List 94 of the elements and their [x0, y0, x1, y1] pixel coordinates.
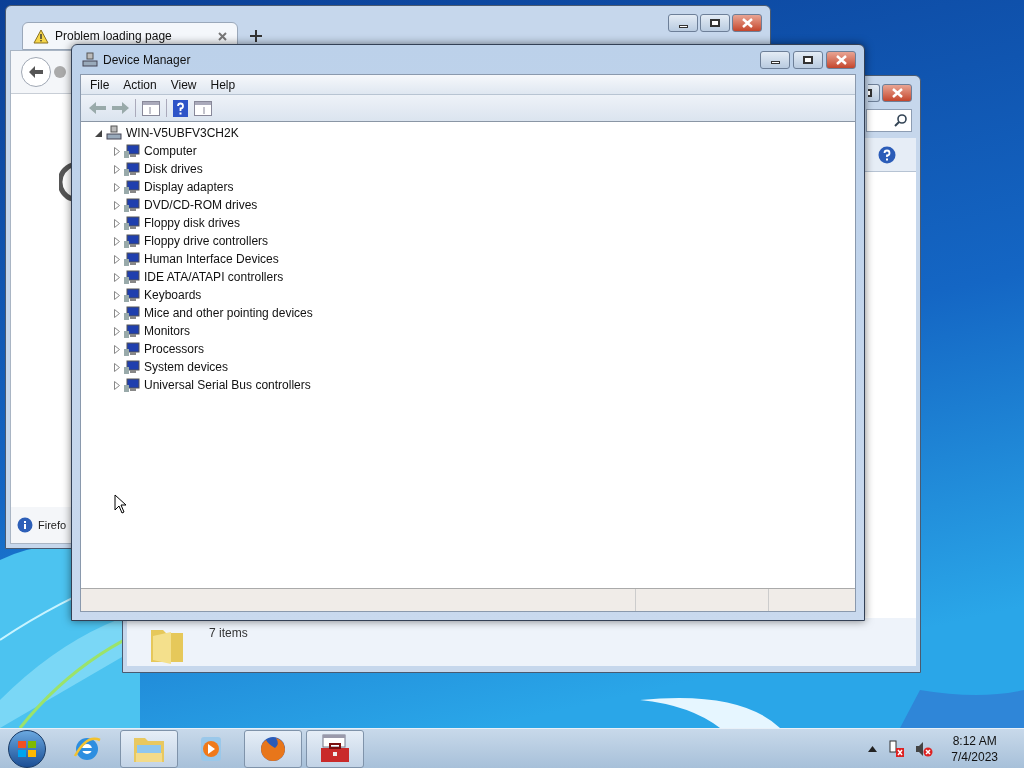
tree-item[interactable]: DVD/CD-ROM drives — [144, 196, 258, 214]
expand-arrow-icon[interactable] — [114, 272, 120, 282]
tree-item[interactable]: Computer — [144, 142, 197, 160]
clock-date: 7/4/2023 — [951, 748, 998, 765]
toolbox-icon — [319, 733, 351, 764]
tab-title: Problem loading page — [55, 28, 172, 45]
window-title: Device Manager — [103, 51, 191, 69]
tree-item[interactable]: IDE ATA/ATAPI controllers — [144, 268, 284, 286]
maximize-button[interactable] — [700, 14, 730, 32]
tree-item[interactable]: Monitors — [144, 322, 190, 340]
search-field[interactable] — [866, 109, 912, 132]
close-icon — [835, 54, 847, 65]
minimize-button[interactable] — [760, 50, 790, 69]
expand-arrow-icon[interactable] — [114, 344, 120, 354]
ring-icon — [59, 162, 73, 202]
tree-item[interactable]: Floppy drive controllers — [144, 232, 269, 250]
tree-item[interactable]: WIN-V5UBFV3CH2K — [126, 124, 239, 142]
status-text: Firefo — [38, 517, 67, 533]
tree-item[interactable]: System devices — [144, 358, 229, 376]
panel-icon[interactable] — [194, 100, 212, 116]
device-icon — [123, 377, 140, 393]
maximize-button[interactable] — [868, 84, 880, 102]
close-icon[interactable] — [218, 31, 227, 41]
expand-arrow-icon[interactable] — [114, 362, 120, 372]
tree-item[interactable]: Mice and other pointing devices — [144, 304, 313, 322]
computer-network-icon — [106, 125, 122, 141]
device-icon — [123, 143, 140, 159]
minimize-icon — [678, 24, 688, 28]
info-icon — [17, 517, 33, 533]
help-icon[interactable] — [878, 145, 896, 164]
menu-item[interactable]: Action — [116, 75, 164, 94]
warning-icon — [33, 28, 49, 44]
device-icon — [123, 215, 140, 231]
close-button[interactable] — [882, 84, 912, 102]
tree-item[interactable]: Processors — [144, 340, 205, 358]
close-button[interactable] — [732, 14, 762, 32]
back-button[interactable] — [21, 57, 51, 87]
windows-logo-icon — [17, 739, 37, 758]
tree-item[interactable]: Human Interface Devices — [144, 250, 279, 268]
mouse-pointer-icon — [114, 494, 127, 514]
search-icon — [894, 114, 907, 127]
expand-arrow-icon[interactable] — [114, 236, 120, 246]
expand-arrow-icon[interactable] — [114, 326, 120, 336]
taskbar-button[interactable] — [306, 729, 364, 768]
minimize-button[interactable] — [668, 14, 698, 32]
device-icon — [123, 269, 140, 285]
menu-item[interactable]: View — [163, 75, 204, 94]
device-icon — [123, 161, 140, 177]
device-icon — [123, 287, 140, 303]
collapse-arrow-icon[interactable] — [95, 129, 102, 137]
close-icon — [741, 18, 753, 28]
maximize-icon — [803, 55, 813, 64]
expand-arrow-icon[interactable] — [114, 380, 120, 390]
device-icon — [123, 323, 140, 339]
device-icon — [123, 305, 140, 321]
tree-item[interactable]: Disk drives — [144, 160, 203, 178]
device-icon — [123, 179, 140, 195]
device-icon — [123, 197, 140, 213]
menu-item[interactable]: File — [83, 75, 117, 94]
tree-item[interactable]: Floppy disk drives — [144, 214, 241, 232]
clock[interactable]: 8:12 AM 7/4/2023 — [951, 732, 998, 765]
expand-arrow-icon[interactable] — [114, 164, 120, 174]
computer-network-icon — [82, 51, 98, 68]
panel-icon[interactable] — [142, 100, 160, 116]
clock-time: 8:12 AM — [952, 732, 997, 749]
close-icon — [891, 88, 903, 98]
maximize-icon — [868, 89, 872, 97]
maximize-button[interactable] — [793, 50, 823, 69]
expand-arrow-icon[interactable] — [114, 254, 120, 264]
help-icon[interactable] — [173, 99, 188, 117]
expand-arrow-icon[interactable] — [114, 146, 120, 156]
caret-up-icon[interactable] — [868, 745, 878, 752]
maximize-icon — [710, 19, 720, 27]
expand-arrow-icon[interactable] — [114, 200, 120, 210]
menu-item[interactable]: Help — [203, 75, 243, 94]
expand-arrow-icon[interactable] — [114, 182, 120, 192]
status-text: 7 items — [209, 625, 248, 642]
minimize-icon — [770, 61, 780, 64]
expand-arrow-icon[interactable] — [114, 308, 120, 318]
tree-item[interactable]: Display adapters — [144, 178, 234, 196]
device-icon — [123, 341, 140, 357]
start-button[interactable] — [8, 729, 46, 768]
back-arrow-icon — [29, 66, 43, 78]
device-icon — [123, 233, 140, 249]
tree-item[interactable]: Keyboards — [144, 286, 202, 304]
device-icon — [123, 359, 140, 375]
expand-arrow-icon[interactable] — [114, 290, 120, 300]
plus-icon[interactable] — [250, 30, 262, 42]
tree-item[interactable]: Universal Serial Bus controllers — [144, 376, 311, 394]
network-icon[interactable] — [887, 739, 906, 758]
taskbar-button[interactable] — [244, 729, 302, 768]
expand-arrow-icon[interactable] — [114, 218, 120, 228]
close-button[interactable] — [826, 50, 856, 69]
device-icon — [123, 251, 140, 267]
